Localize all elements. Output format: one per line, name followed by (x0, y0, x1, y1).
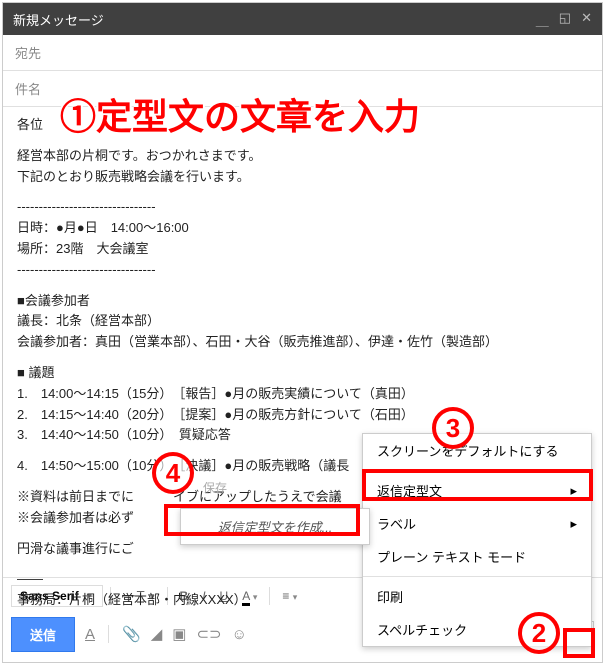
body-line: ■ 議題 (17, 363, 588, 384)
emoji-icon[interactable]: ☺ (232, 626, 247, 643)
format-toggle-button[interactable]: A (85, 626, 95, 643)
drive-icon[interactable]: ◢ (151, 625, 163, 643)
body-line: 日時：●月●日 14:00～16:00 (17, 218, 588, 239)
body-line: 1. 14:00～14:15（15分） ［報告］●月の販売実績について（真田） (17, 384, 588, 405)
menu-plain-text[interactable]: プレーン テキスト モード (363, 540, 591, 573)
saving-indicator: 保存 (203, 479, 227, 498)
body-line: 2. 14:15～14:40（20分） ［提案］●月の販売方針について（石田） (17, 405, 588, 426)
submenu-create-canned[interactable]: 返信定型文を作成... (181, 509, 369, 544)
more-options-menu: スクリーンをデフォルトにする 返信定型文▸ ラベル▸ プレーン テキスト モード… (362, 433, 592, 647)
menu-fullscreen[interactable]: スクリーンをデフォルトにする (363, 434, 591, 467)
to-label: 宛先 (15, 46, 41, 61)
body-line: 議長：北条（経営本部） (17, 311, 588, 332)
body-line: 会議参加者：真田（営業本部）、石田・大谷（販売推進部）、伊達・佐竹（製造部） (17, 332, 588, 353)
titlebar: 新規メッセージ ＿ ◱ ✕ (3, 3, 602, 35)
close-icon[interactable]: ✕ (581, 10, 592, 29)
menu-spellcheck[interactable]: スペルチェック (363, 613, 591, 646)
link-icon[interactable]: ⊂⊃ (196, 625, 221, 643)
minimize-icon[interactable]: ＿ (536, 10, 549, 29)
body-line: 各位 (17, 115, 588, 136)
to-field[interactable]: 宛先 (3, 35, 602, 71)
photo-icon[interactable]: ▣ (172, 625, 186, 643)
subject-label: 件名 (15, 82, 41, 97)
body-line: -------------------------------- (17, 197, 588, 218)
attach-icon[interactable]: 📎 (122, 625, 141, 643)
subject-field[interactable]: 件名 (3, 71, 602, 107)
menu-canned-responses[interactable]: 返信定型文▸ (363, 474, 591, 507)
expand-icon[interactable]: ◱ (559, 10, 571, 29)
send-button[interactable]: 送信 (11, 617, 75, 652)
body-line: 経営本部の片桐です。おつかれさまです。 (17, 146, 588, 167)
body-line: 下記のとおり販売戦略会議を行います。 (17, 167, 588, 188)
menu-label[interactable]: ラベル▸ (363, 507, 591, 540)
window-title: 新規メッセージ (13, 10, 104, 29)
body-line: -------------------------------- (17, 260, 588, 281)
body-line: 場所：23階 大会議室 (17, 239, 588, 260)
menu-print[interactable]: 印刷 (363, 580, 591, 613)
body-line: ■会議参加者 (17, 291, 588, 312)
canned-responses-submenu: 返信定型文を作成... (180, 508, 370, 545)
